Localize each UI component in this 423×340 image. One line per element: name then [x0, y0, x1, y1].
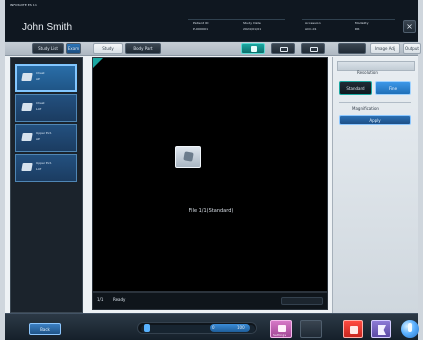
field-value-1: P-000001 [193, 27, 209, 31]
magnification-apply-button[interactable]: Apply [339, 115, 411, 125]
output-button[interactable]: Output [403, 43, 421, 54]
image-viewer[interactable]: File 1/1(Standard) [92, 57, 328, 292]
right-control-panel: Resolution Standard Fine Magnification A… [332, 57, 418, 313]
viewer-footer-controls[interactable] [281, 297, 323, 305]
stop-button[interactable] [343, 320, 363, 338]
zoom-left-value: 0 [212, 325, 215, 330]
toolbar: Study List Exam Study Body Part Image Ad… [5, 42, 421, 56]
zoom-slider-track[interactable]: 0 100 [137, 322, 257, 334]
field-value-2: 2024/01/01 [243, 27, 262, 31]
layout-3-button[interactable] [301, 43, 325, 54]
tab-exam[interactable]: Exam [66, 43, 81, 54]
image-placeholder-icon [175, 146, 201, 168]
tab-body-part[interactable]: Body Part [125, 43, 161, 54]
layout-2-button[interactable] [271, 43, 295, 54]
back-button-label: Back [40, 326, 50, 332]
right-panel-divider [339, 102, 411, 103]
thumbnail-3[interactable]: Upper Ext. AP [15, 124, 77, 152]
top-header: INFOSUITE ES 11 John Smith Patient ID P-… [5, 0, 418, 42]
thumbnail-4[interactable]: Upper Ext. LAT [15, 154, 77, 182]
exam-icon [21, 103, 33, 111]
viewer-footer: 1/1 Ready [92, 292, 328, 310]
flag-icon [378, 325, 386, 335]
power-icon [408, 323, 412, 332]
resolution-standard-label: Standard [346, 85, 365, 91]
thumbnail-panel: Chest AP Chest LAT Upper Ext. AP Upper E… [10, 57, 83, 313]
layout-3-icon [310, 47, 318, 52]
header-divider [188, 19, 285, 20]
magnification-apply-label: Apply [369, 117, 381, 123]
field-value-4: DR [355, 27, 360, 31]
thumbnail-1-sub: AP [36, 77, 40, 81]
field-label-4: Modality [355, 21, 369, 25]
bottom-button-2[interactable] [300, 320, 322, 338]
resolution-fine-toggle[interactable]: Fine [375, 81, 411, 95]
back-button[interactable]: Back [29, 323, 61, 335]
resolution-title: Resolution [357, 70, 378, 75]
app-small-title: INFOSUITE ES 11 [10, 3, 37, 7]
tab-study[interactable]: Study [93, 43, 123, 54]
thumbnail-2[interactable]: Chest LAT [15, 94, 77, 122]
zoom-right-value: 100 [237, 325, 245, 330]
thumbnail-4-sub: LAT [36, 167, 42, 171]
thumbnail-2-sub: LAT [36, 107, 42, 111]
bottom-bar: Back 0 100 Settings [5, 313, 419, 340]
tab-study-list[interactable]: Study List [32, 43, 64, 54]
field-label-3: Accession [305, 21, 321, 25]
stop-icon [350, 326, 358, 334]
zoom-slider-handle[interactable] [144, 324, 150, 332]
field-label-1: Patient ID [193, 21, 209, 25]
field-label-2: Study Date [243, 21, 261, 25]
layout-1-button[interactable] [241, 43, 265, 54]
thumbnail-1[interactable]: Chest AP [15, 64, 77, 92]
image-adjust-button[interactable]: Image Adj [370, 43, 400, 54]
header-divider-2 [302, 19, 395, 20]
viewer-footer-left: 1/1 [97, 297, 104, 302]
close-icon[interactable]: × [403, 20, 416, 33]
settings-icon [278, 325, 286, 332]
exam-icon [21, 73, 33, 81]
resolution-fine-label: Fine [388, 85, 398, 91]
power-button[interactable] [401, 320, 419, 338]
field-value-3: ACC-01 [305, 27, 317, 31]
resolution-standard-toggle[interactable]: Standard [339, 81, 372, 95]
flag-button[interactable] [371, 320, 391, 338]
magnification-title: Magnification [352, 106, 379, 111]
thumbnail-3-sub: AP [36, 137, 40, 141]
viewer-center-caption: File 1/1(Standard) [188, 208, 234, 214]
image-glyph-icon [183, 151, 194, 162]
settings-label: Settings [273, 333, 287, 337]
layout-1-icon [251, 46, 257, 52]
exam-icon [21, 133, 33, 141]
viewer-footer-text: Ready [113, 297, 126, 302]
corner-marker [93, 58, 103, 68]
exam-icon [21, 163, 33, 171]
patient-name: John Smith [22, 22, 73, 33]
layout-2-icon [280, 47, 288, 52]
toolbar-right-button-1[interactable] [338, 43, 366, 54]
settings-button[interactable]: Settings [270, 320, 292, 338]
